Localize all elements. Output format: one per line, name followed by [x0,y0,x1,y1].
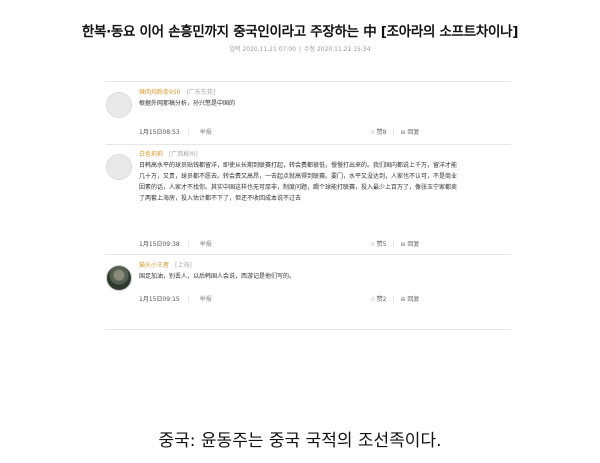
comment-user[interactable]: 猫头小王者 [139,262,169,269]
reply-icon[interactable]: ⊖ [400,241,405,248]
thumbs-up-icon[interactable]: ☝ [371,296,375,303]
report-link[interactable]: 举报 [200,241,212,248]
reply-button[interactable]: 回复 [407,294,419,303]
comment-user[interactable]: 白色莉莉 [139,151,163,158]
article-headline: 한복·동요 이어 손흥민까지 중국인이라고 주장하는 中 [조아라의 소프트차이… [81,24,519,40]
comment-actions: ☝ 赞5 | ⊖ 回复 [371,239,419,248]
thumbs-up-icon[interactable]: ☝ [371,241,375,248]
comment-footer: 1月15日09:15 | 举报 [139,294,212,303]
comment-meta: 辣肉炖粉条950 [广东东莞] [139,87,215,96]
thumbs-up-icon[interactable]: ☝ [371,129,375,136]
comments-screenshot: 辣肉炖粉条950 [广东东莞] 根据外网那稿分析，孙兴慜是中国的 1月15日08:… [96,75,520,337]
reply-icon[interactable]: ⊖ [400,129,405,136]
actions-separator: | [392,129,395,136]
comment-time: 1月15日08:53 [139,129,180,136]
footer-separator: | [187,241,190,248]
report-link[interactable]: 举报 [200,296,212,303]
comment-footer: 1月15日09:38 | 举报 [139,239,212,248]
avatar[interactable] [106,265,132,291]
avatar[interactable] [106,154,132,180]
footer-separator: | [187,296,190,303]
reply-button[interactable]: 回复 [407,239,419,248]
comment-actions: ☝ 赞8 | ⊖ 回复 [371,127,419,136]
comment-divider [106,144,511,145]
caption: 중국: 윤동주는 중국 국적의 조선족이다. [158,431,442,451]
date-edit: 수정 2020.11.21 15:34 [304,46,371,53]
date-separator: | [298,46,302,53]
report-link[interactable]: 举报 [200,129,212,136]
footer-separator: | [187,129,190,136]
reply-icon[interactable]: ⊖ [400,296,405,303]
like-count[interactable]: 赞5 [377,239,387,248]
reply-button[interactable]: 回复 [407,127,419,136]
comment-footer: 1月15日08:53 | 举报 [139,127,212,136]
comment-text: 国足加油，别丢人，以后韩国人会说，西游记是他们写的。 [139,273,296,280]
comment-user[interactable]: 辣肉炖粉条950 [139,89,180,96]
comment-time: 1月15日09:38 [139,241,180,248]
top-divider [106,81,511,82]
actions-separator: | [392,241,395,248]
date-input: 입력 2020.11.21 07:00 [229,46,296,53]
actions-separator: | [392,296,395,303]
comment-location: [广西柳州] [169,151,198,158]
like-count[interactable]: 赞8 [377,127,387,136]
comment-meta: 白色莉莉 [广西柳州] [139,149,198,158]
avatar[interactable] [106,92,132,118]
comment-meta: 猫头小王者 [上海] [139,260,192,269]
comment-text: 根据外网那稿分析，孙兴慜是中国的 [139,100,236,107]
comment-location: [上海] [175,262,192,269]
comment-actions: ☝ 赞2 | ⊖ 回复 [371,294,419,303]
comment-divider [106,254,511,255]
bottom-divider [106,329,511,330]
comment-text: 日韩高水平的球员贴钱都留洋，即使从长期到联赛打起，转会费都很低，慢慢打出来的。我… [139,162,458,202]
comment-location: [广东东莞] [186,89,216,96]
like-count[interactable]: 赞2 [377,294,387,303]
comment-time: 1月15日09:15 [139,296,180,303]
article-dateline: 입력 2020.11.21 07:00 | 수정 2020.11.21 15:34 [0,44,600,53]
